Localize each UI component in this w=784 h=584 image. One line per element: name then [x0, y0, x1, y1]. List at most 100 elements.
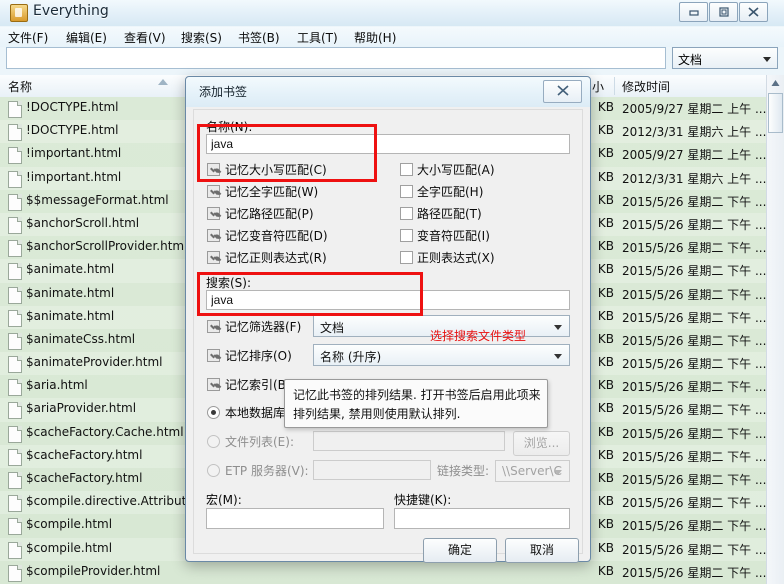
checkbox-match-diacritics[interactable] [400, 229, 413, 242]
file-name: $animate.html [26, 262, 115, 277]
etp-server-input[interactable] [313, 460, 431, 480]
dialog-sort-combo[interactable]: 名称 (升序) [313, 344, 570, 366]
label-match-case: 大小写匹配(A) [417, 163, 495, 177]
file-date: 2015/5/26 星期二 下午 ... [622, 287, 767, 302]
hotkey-input[interactable] [394, 508, 570, 529]
file-date: 2012/3/31 星期六 上午 ... [622, 125, 767, 140]
chevron-down-icon [554, 354, 562, 359]
vertical-scrollbar[interactable] [766, 75, 784, 584]
file-date: 2015/5/26 星期二 下午 ... [622, 310, 767, 325]
menu-item-help[interactable]: 帮助(H) [354, 29, 396, 46]
menu-item-edit[interactable]: 编辑(E) [66, 29, 107, 46]
checkbox-remember-filter[interactable] [207, 320, 220, 333]
chevron-down-icon [763, 57, 771, 62]
column-header-name[interactable]: 名称 [8, 78, 32, 95]
checkbox-remember-match-case[interactable] [207, 163, 220, 176]
browse-button[interactable]: 浏览... [513, 431, 570, 456]
checkbox-regex[interactable] [400, 251, 413, 264]
file-date: 2015/5/26 星期二 下午 ... [622, 357, 767, 372]
scroll-up-icon[interactable] [769, 77, 782, 90]
macro-input[interactable] [206, 508, 384, 529]
checkbox-remember-match-whole-word[interactable] [207, 185, 220, 198]
menu-item-bookmark[interactable]: 书签(B) [238, 29, 280, 46]
file-icon [8, 332, 22, 350]
radio-file-list[interactable] [207, 435, 220, 448]
name-label: 名称(N): [206, 120, 253, 134]
file-name: $$messageFormat.html [26, 192, 169, 207]
tooltip: 记忆此书签的排列结果. 打开书签后启用此项来 排列结果, 禁用则使用默认排列. [284, 379, 548, 428]
search-input[interactable] [6, 47, 666, 69]
file-icon [8, 518, 22, 536]
file-name: $compile.directive.Attribute [26, 494, 194, 509]
label-remember-match-path: 记忆路径匹配(P) [225, 207, 314, 221]
file-date: 2005/9/27 星期二 上午 ... [622, 102, 767, 116]
label-match-whole-word: 全字匹配(H) [417, 185, 484, 199]
menu-item-view[interactable]: 查看(V) [124, 29, 166, 46]
minimize-button[interactable] [679, 2, 708, 22]
file-icon [8, 541, 22, 559]
file-date: 2015/5/26 星期二 下午 ... [622, 380, 767, 395]
file-icon [8, 564, 22, 582]
file-name: !important.html [26, 146, 122, 161]
table-row[interactable]: $compileProvider.html KB 2015/5/26 星期二 下午 … [0, 561, 784, 584]
scrollbar-thumb[interactable] [768, 93, 783, 133]
close-button[interactable] [739, 2, 768, 22]
file-name: $aria.html [26, 378, 88, 393]
search-row: 文档 [0, 47, 784, 72]
file-icon [8, 448, 22, 466]
link-type-combo[interactable]: \\Server\C [495, 460, 570, 482]
column-header-date[interactable]: 修改时间 [622, 78, 670, 95]
file-date: 2015/5/26 星期二 下午 ... [622, 449, 767, 464]
title-bar: Everything [0, 0, 784, 26]
file-name: !DOCTYPE.html [26, 123, 119, 138]
filter-type-value: 文档 [678, 53, 703, 67]
file-date: 2015/5/26 星期二 下午 ... [622, 496, 767, 511]
checkbox-remember-match-diacritics[interactable] [207, 229, 220, 242]
checkbox-remember-sort[interactable] [207, 349, 220, 362]
file-icon [8, 309, 22, 327]
file-list-input[interactable] [313, 431, 505, 451]
file-icon [8, 379, 22, 397]
label-match-diacritics: 变音符匹配(I) [417, 229, 490, 243]
checkbox-match-case[interactable] [400, 163, 413, 176]
tooltip-line-1: 记忆此书签的排列结果. 打开书签后启用此项来 [293, 388, 541, 402]
label-regex: 正则表达式(X) [417, 251, 495, 265]
file-icon [8, 101, 22, 118]
file-icon [8, 472, 22, 489]
file-date: 2015/5/26 星期二 下午 ... [622, 241, 767, 256]
checkbox-remember-regex[interactable] [207, 251, 220, 264]
menu-bar: 文件(F) 编辑(E) 查看(V) 搜索(S) 书签(B) 工具(T) 帮助(H… [0, 27, 784, 47]
dialog-title: 添加书签 [199, 85, 248, 99]
radio-local-database[interactable] [207, 406, 220, 419]
file-name: $ariaProvider.html [26, 401, 137, 416]
checkbox-remember-index[interactable] [207, 378, 220, 391]
column-divider[interactable] [614, 77, 615, 95]
tooltip-line-2: 排列结果, 禁用则使用默认排列. [293, 407, 461, 421]
file-name: $compile.html [26, 517, 113, 532]
checkbox-match-whole-word[interactable] [400, 185, 413, 198]
link-type-value: \\Server\C [502, 464, 562, 478]
ok-button[interactable]: 确定 [423, 538, 497, 563]
file-icon [8, 495, 22, 513]
macro-label: 宏(M): [206, 493, 242, 507]
radio-etp-server[interactable] [207, 464, 220, 477]
maximize-button[interactable] [709, 2, 738, 22]
dialog-search-input[interactable] [206, 290, 570, 310]
dialog-close-button[interactable] [543, 80, 582, 103]
dialog-sort-value: 名称 (升序) [320, 350, 382, 364]
filter-type-combo[interactable]: 文档 [672, 47, 778, 69]
menu-item-tools[interactable]: 工具(T) [297, 29, 338, 46]
checkbox-match-path[interactable] [400, 207, 413, 220]
dialog-title-bar: 添加书签 [186, 77, 590, 107]
column-header-size[interactable]: 小 [592, 78, 604, 95]
file-date: 2015/5/26 星期二 下午 ... [622, 426, 767, 441]
label-remember-match-case: 记忆大小写匹配(C) [225, 163, 327, 177]
menu-item-search[interactable]: 搜索(S) [181, 29, 222, 46]
menu-item-file[interactable]: 文件(F) [8, 29, 48, 46]
file-name: $cacheFactory.html [26, 447, 143, 462]
label-remember-sort: 记忆排序(O) [225, 349, 292, 363]
checkbox-remember-match-path[interactable] [207, 207, 220, 220]
name-input[interactable] [206, 134, 570, 154]
file-icon [8, 402, 22, 420]
cancel-button[interactable]: 取消 [505, 538, 579, 563]
